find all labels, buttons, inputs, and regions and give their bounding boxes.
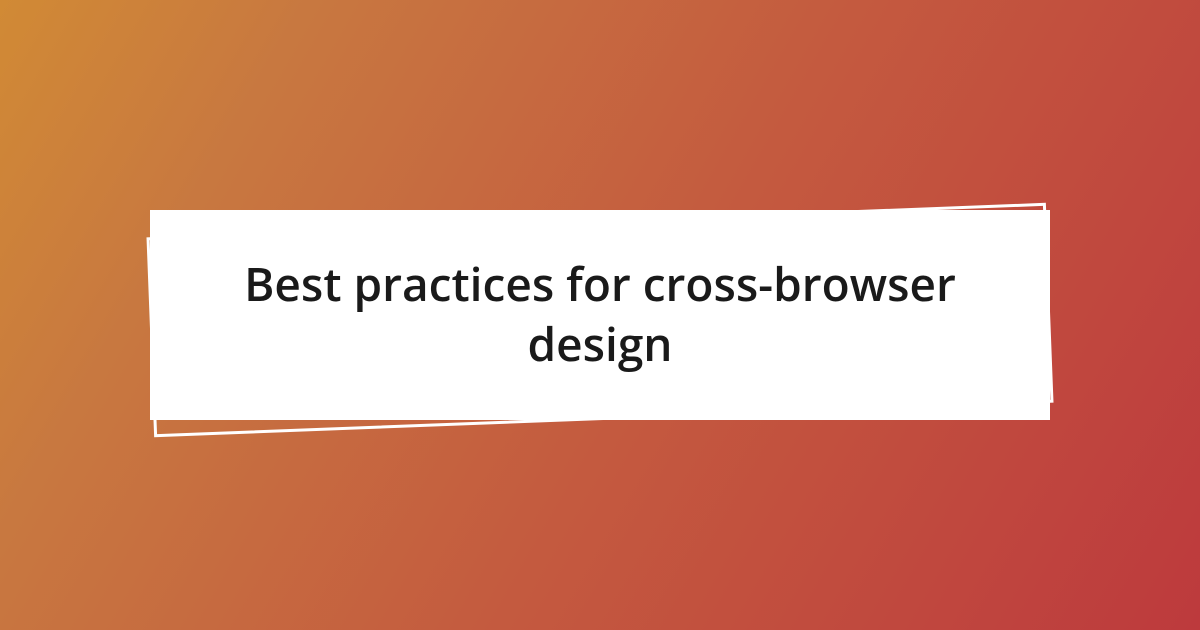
gradient-background: Best practices for cross-browser design [0,0,1200,630]
page-title: Best practices for cross-browser design [210,255,990,375]
title-box: Best practices for cross-browser design [150,210,1050,420]
title-card-wrapper: Best practices for cross-browser design [150,210,1050,420]
